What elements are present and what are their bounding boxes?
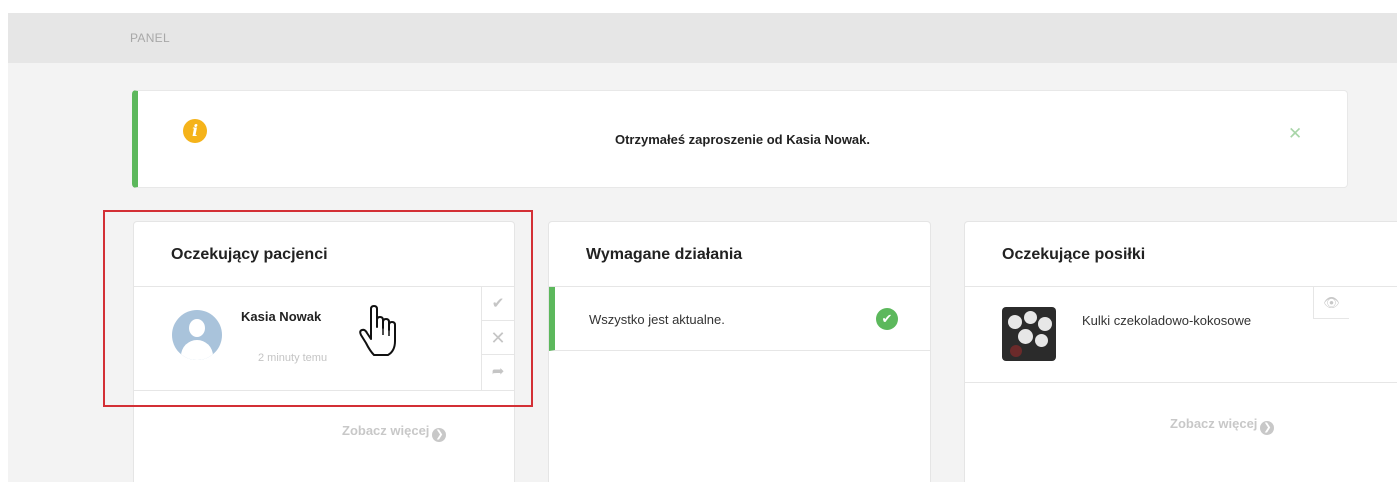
meal-name[interactable]: Kulki czekoladowo-kokosowe <box>1082 313 1251 328</box>
list-item[interactable]: Kasia Nowak 2 minuty temu ✔ ✕ ➦ <box>134 287 514 391</box>
forward-icon[interactable]: ➦ <box>482 355 514 389</box>
thumbnail-detail <box>1038 317 1052 331</box>
check-circle-icon: ✔ <box>876 308 898 330</box>
card-title: Oczekujący pacjenci <box>171 246 328 263</box>
accept-icon[interactable]: ✔ <box>482 287 514 321</box>
avatar-head <box>189 319 205 337</box>
thumbnail-detail <box>1024 311 1037 324</box>
breadcrumb-label[interactable]: PANEL <box>130 31 170 45</box>
see-more-label[interactable]: Zobacz więcej <box>342 423 429 438</box>
patient-actions: ✔ ✕ ➦ <box>481 287 514 390</box>
card-title: Wymagane działania <box>586 246 743 263</box>
status-text: Wszystko jest aktualne. <box>589 312 725 327</box>
hand-cursor-icon <box>359 305 396 356</box>
card-title: Oczekujące posiłki <box>1002 246 1146 263</box>
left-edge <box>0 13 8 482</box>
eye-icon[interactable]: 👁 <box>1313 287 1349 319</box>
chevron-right-icon: ❯ <box>432 428 447 442</box>
close-icon[interactable]: ✕ <box>1288 124 1302 144</box>
alert-message: Otrzymałeś zaproszenie od Kasia Nowak. <box>614 132 871 147</box>
thumbnail-detail <box>1035 334 1048 347</box>
list-item[interactable]: Kulki czekoladowo-kokosowe 👁 <box>965 287 1397 383</box>
see-more-link[interactable]: Zobacz więcej ❯ <box>342 423 447 442</box>
see-more-link[interactable]: Zobacz więcej ❯ <box>1170 416 1275 435</box>
avatar-body <box>181 340 213 360</box>
thumbnail-detail <box>1008 315 1022 329</box>
top-strip <box>0 0 1397 13</box>
pending-patients-card: Oczekujący pacjenci Kasia Nowak 2 minuty… <box>133 221 515 482</box>
avatar <box>172 310 222 360</box>
required-actions-card: Wymagane działania Wszystko jest aktualn… <box>548 221 931 482</box>
thumbnail-detail <box>1018 329 1033 344</box>
list-item: Wszystko jest aktualne. ✔ <box>549 287 930 351</box>
pending-meals-card: Oczekujące posiłki Kulki czekoladowo-kok… <box>964 221 1397 482</box>
meal-thumbnail[interactable] <box>1002 307 1056 361</box>
thumbnail-detail <box>1010 345 1022 357</box>
invitation-alert: i Otrzymałeś zaproszenie od Kasia Nowak.… <box>132 90 1348 188</box>
see-more-label[interactable]: Zobacz więcej <box>1170 416 1257 431</box>
chevron-right-icon: ❯ <box>1260 421 1275 435</box>
patient-name[interactable]: Kasia Nowak <box>241 309 321 324</box>
reject-icon[interactable]: ✕ <box>482 321 514 355</box>
breadcrumb: PANEL <box>8 13 1397 63</box>
patient-timestamp: 2 minuty temu <box>258 352 328 364</box>
